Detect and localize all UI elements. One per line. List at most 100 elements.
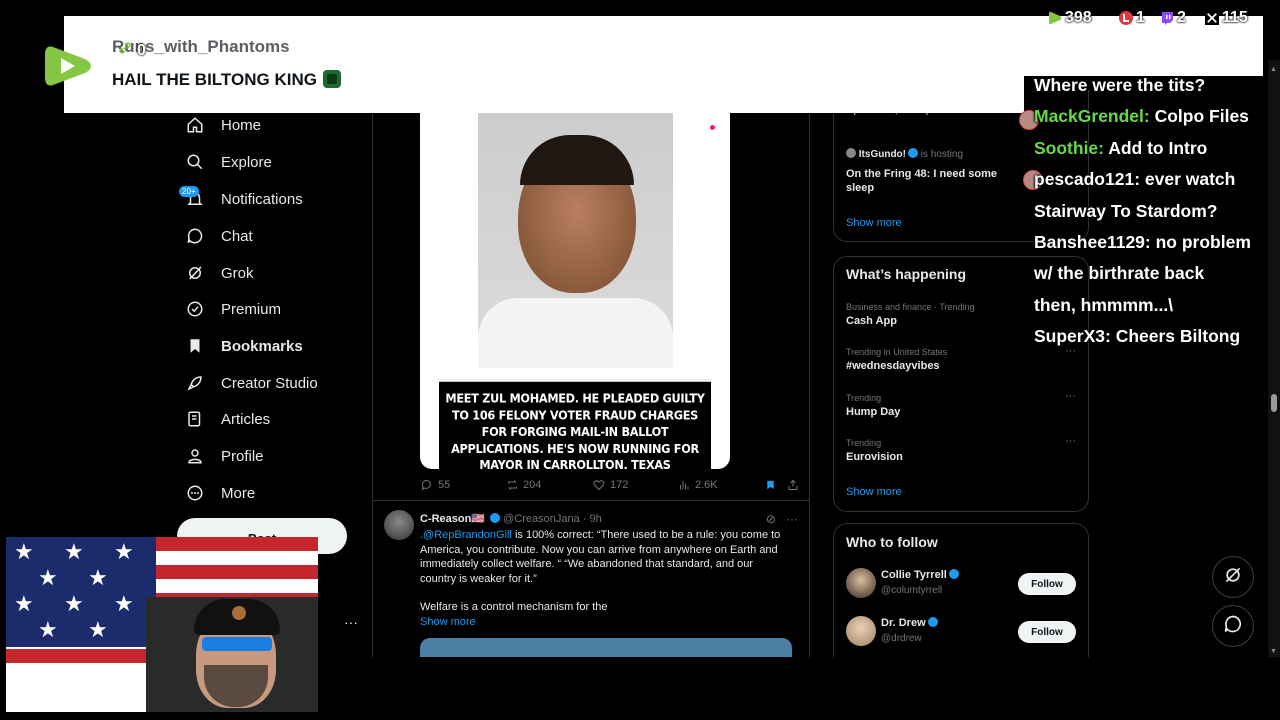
avatar[interactable]	[846, 568, 876, 598]
photo-hair	[520, 135, 634, 185]
sidebar-item-profile[interactable]: Profile	[185, 441, 264, 471]
tweet-author-name[interactable]: C-Reason🇺🇸	[420, 513, 485, 525]
follow-button[interactable]: Follow	[1018, 621, 1076, 643]
avatar[interactable]	[384, 510, 414, 540]
trend-name: Eurovision	[846, 451, 903, 463]
card-title: Who to follow	[846, 534, 938, 550]
space-title[interactable]: On the Fring 48: I need some sleep	[846, 167, 1011, 195]
avatar[interactable]	[846, 616, 876, 646]
sidebar-item-articles[interactable]: Articles	[185, 404, 270, 434]
show-more-link[interactable]: Show more	[846, 486, 902, 498]
tweet-author-handle[interactable]: @CreasonJana · 9h	[503, 513, 602, 525]
more-options-icon[interactable]: ···	[786, 512, 798, 526]
star-icon: ★	[64, 591, 84, 616]
verified-badge-icon	[490, 513, 501, 523]
link-icon	[117, 40, 133, 61]
twitch-viewers: 2	[1160, 9, 1186, 27]
tweet-text-continued: Welfare is a control mechanism for the	[420, 601, 608, 613]
sidebar-item-grok[interactable]: Grok	[185, 258, 254, 288]
share-button[interactable]	[786, 478, 800, 492]
image-caption: MEET ZUL MOHAMED. HE PLEADED GUILTY TO 1…	[437, 379, 713, 469]
view-count: 2.6K	[695, 479, 718, 491]
grok-icon[interactable]: ⊘	[766, 512, 776, 526]
premium-icon	[185, 299, 205, 319]
chat-text: Add to Intro	[1104, 137, 1208, 158]
chat-message: MackGrendel: Colpo Files	[1034, 101, 1278, 132]
scroll-down-arrow-icon[interactable]: ▼	[1270, 648, 1277, 655]
x-count: 115	[1222, 9, 1248, 26]
bell-icon: 20+	[179, 186, 205, 209]
chat-message: then, hmmmm...\	[1034, 290, 1278, 321]
views-chart-icon	[677, 478, 691, 492]
trend-more-icon[interactable]: ···	[1065, 390, 1076, 402]
account-handle: @drdrew	[881, 633, 922, 644]
verified-badge-icon	[908, 148, 918, 158]
star-icon: ★	[38, 617, 58, 642]
chat-icon	[185, 226, 205, 246]
trend-name: #wednesdayvibes	[846, 360, 940, 372]
account-name-text: Dr. Drew	[881, 617, 926, 629]
chat-text: then, hmmmm...\	[1034, 294, 1174, 315]
reply-icon	[420, 478, 434, 492]
account-menu-dots-icon[interactable]: ···	[344, 614, 358, 630]
locals-viewers: 1	[1119, 9, 1145, 27]
mugshot-photo	[478, 113, 673, 368]
show-more-link[interactable]: Show more	[420, 616, 476, 628]
sidebar-item-notifications[interactable]: 20+ Notifications	[179, 184, 303, 214]
trend-context: Business and finance · Trending	[846, 302, 975, 312]
chat-text: SuperX3: Cheers Biltong	[1034, 326, 1241, 347]
repost-icon	[505, 478, 519, 492]
sidebar-item-label: Creator Studio	[221, 374, 318, 392]
sidebar-item-explore[interactable]: Explore	[185, 147, 272, 177]
star-icon: ★	[88, 565, 108, 590]
sidebar-item-more[interactable]: More	[185, 478, 255, 508]
chat-message: Banshee1129: no problem	[1034, 227, 1278, 258]
sidebar-item-label: Grok	[221, 264, 254, 282]
tweet-image[interactable]: MEET ZUL MOHAMED. HE PLEADED GUILTY TO 1…	[420, 113, 730, 469]
sidebar-item-label: Chat	[221, 227, 253, 245]
show-more-link[interactable]: Show more	[846, 217, 902, 229]
sidebar-item-creator-studio[interactable]: Creator Studio	[185, 368, 318, 398]
trend-more-icon[interactable]: ···	[1065, 435, 1076, 447]
sidebar-item-premium[interactable]: Premium	[185, 294, 281, 324]
sidebar-item-bookmarks[interactable]: Bookmarks	[185, 331, 303, 361]
chat-message: w/ the birthrate back	[1034, 258, 1278, 289]
chat-text: pescado121: ever watch	[1034, 169, 1236, 190]
star-icon: ★	[14, 539, 34, 564]
mention-link[interactable]: .@RepBrandonGill	[420, 529, 512, 541]
star-icon: ★	[114, 539, 134, 564]
sidebar-item-home[interactable]: Home	[185, 110, 261, 140]
trend-context: Trending in United States	[846, 347, 948, 357]
chat-username: MackGrendel:	[1034, 106, 1150, 127]
star-icon: ★	[88, 617, 108, 642]
home-icon	[185, 115, 205, 135]
star-icon: ★	[64, 539, 84, 564]
scrollbar-thumb[interactable]	[1271, 394, 1277, 412]
sidebar-item-label: Premium	[221, 300, 282, 318]
sidebar-item-label: Articles	[221, 410, 271, 428]
repost-button[interactable]: 204	[505, 478, 541, 492]
chat-text: Where were the tits?	[1034, 75, 1206, 95]
tweet-menu-icons[interactable]: ⊘ ···	[766, 512, 798, 526]
article-icon	[185, 409, 205, 429]
bookmark-button[interactable]	[763, 478, 777, 492]
reply-button[interactable]: 55	[420, 478, 450, 492]
banner-message: HAIL THE BILTONG KING	[112, 70, 341, 90]
rocket-icon	[185, 373, 205, 393]
bookmark-filled-icon	[763, 478, 777, 492]
sidebar-item-label: Notifications	[221, 190, 303, 208]
reply-count: 55	[438, 479, 451, 491]
follow-button[interactable]: Follow	[1018, 573, 1076, 595]
messages-floating-button[interactable]	[1212, 605, 1254, 647]
grok-floating-button[interactable]	[1212, 556, 1254, 598]
host-avatar	[846, 148, 856, 158]
views-button[interactable]: 2.6K	[677, 478, 718, 492]
webcam-feed: ★ ★ ★ ★ ★ ★ ★ ★ ★ ★	[6, 537, 318, 712]
emote-icon	[322, 70, 341, 88]
tweet-media-preview[interactable]	[420, 638, 792, 657]
sidebar-item-chat[interactable]: Chat	[185, 221, 253, 251]
share-icon	[786, 478, 800, 492]
space-host: ItsGundo! is hosting	[846, 148, 963, 160]
locals-count: 1	[1136, 9, 1145, 26]
like-button[interactable]: 172	[592, 478, 628, 492]
